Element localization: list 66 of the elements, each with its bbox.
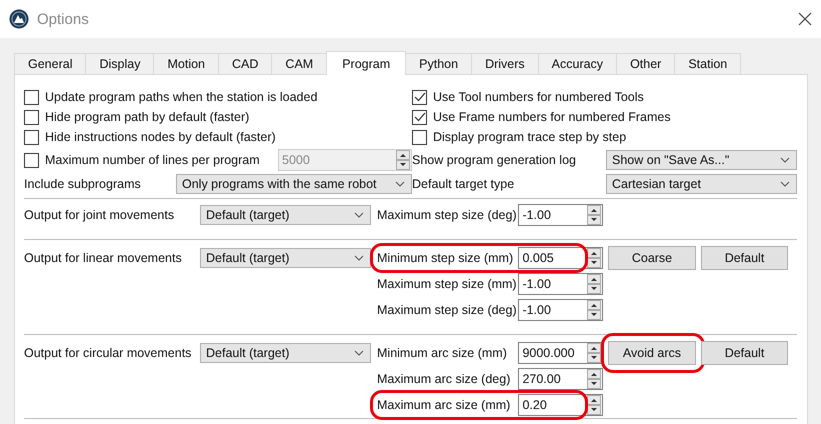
chevron-icon — [780, 181, 790, 187]
tab[interactable]: Display — [85, 53, 154, 74]
checkbox[interactable] — [24, 90, 39, 104]
field-label: Default target type — [412, 177, 516, 191]
checkbox-label: Use Tool numbers for numbered Tools — [433, 90, 644, 104]
checkbox[interactable] — [412, 110, 427, 124]
chevron-icon — [395, 181, 405, 187]
number-field[interactable]: 270.00 — [518, 368, 603, 390]
button[interactable]: Coarse — [608, 246, 696, 270]
dropdown[interactable]: Default (target) — [200, 343, 371, 363]
checkbox[interactable] — [24, 110, 39, 124]
app-logo-icon — [9, 9, 29, 29]
spinner-icon — [587, 274, 601, 294]
chevron-icon — [780, 157, 790, 163]
spinner-icon — [587, 300, 601, 320]
tab[interactable]: Accuracy — [538, 53, 618, 74]
checkbox-label: Maximum number of lines per program — [45, 153, 261, 167]
dropdown[interactable]: Only programs with the same robot — [176, 174, 412, 194]
window-title: Options — [37, 10, 90, 28]
checkbox-label: Update program paths when the station is loaded — [45, 90, 318, 104]
field-label: Show program generation log — [412, 153, 577, 167]
spinner-icon — [587, 395, 601, 415]
field-label: Output for circular movements — [24, 346, 192, 360]
checkbox-label: Display program trace step by step — [433, 130, 626, 144]
number-field[interactable]: 0.20 — [518, 394, 603, 416]
checkbox-label: Use Frame numbers for numbered Frames — [433, 110, 671, 124]
field-label: Output for joint movements — [24, 208, 176, 222]
checkbox[interactable] — [412, 130, 427, 144]
tab[interactable]: General — [14, 53, 86, 74]
field-label: Maximum step size (deg) — [376, 208, 518, 222]
field-label: Include subprograms — [24, 177, 142, 191]
field-label: Maximum arc size (mm) — [376, 398, 512, 412]
dropdown[interactable]: Cartesian target — [606, 174, 797, 194]
field-label: Maximum step size (deg) — [376, 303, 518, 317]
spinner-icon — [587, 248, 601, 268]
checkbox-label: Hide instructions nodes by default (faster) — [45, 130, 276, 144]
number-field[interactable]: -1.00 — [518, 204, 603, 226]
checkbox-label: Hide program path by default (faster) — [45, 110, 250, 124]
dropdown[interactable]: Default (target) — [200, 205, 371, 225]
spinner-icon — [587, 343, 601, 363]
dropdown[interactable]: Show on "Save As..." — [606, 150, 797, 170]
number-field[interactable]: -1.00 — [518, 273, 603, 295]
button[interactable]: Default — [701, 246, 788, 270]
spinner-icon — [587, 205, 601, 225]
chevron-icon — [354, 255, 364, 261]
tab[interactable]: Station — [674, 53, 742, 74]
tab[interactable]: Program — [326, 51, 406, 75]
checkbox[interactable] — [412, 90, 427, 104]
spinner-icon — [396, 150, 410, 170]
field-label: Minimum step size (mm) — [376, 251, 514, 265]
number-field[interactable]: -1.00 — [518, 299, 603, 321]
close-icon[interactable] — [798, 12, 812, 26]
field-label: Maximum step size (mm) — [376, 277, 518, 291]
chevron-icon — [354, 212, 364, 218]
field-label: Maximum arc size (deg) — [376, 372, 512, 386]
chevron-icon — [354, 350, 364, 356]
number-field[interactable]: 9000.000 — [518, 342, 603, 364]
button[interactable]: Default — [701, 341, 788, 365]
spinner-icon — [587, 369, 601, 389]
field-label: Output for linear movements — [24, 251, 183, 265]
tab[interactable]: Python — [405, 53, 472, 74]
button[interactable]: Avoid arcs — [608, 341, 696, 365]
number-field[interactable]: 0.005 — [518, 247, 603, 269]
dropdown[interactable]: Default (target) — [200, 248, 371, 268]
checkbox[interactable] — [24, 130, 39, 144]
field-label: Minimum arc size (mm) — [376, 346, 508, 360]
